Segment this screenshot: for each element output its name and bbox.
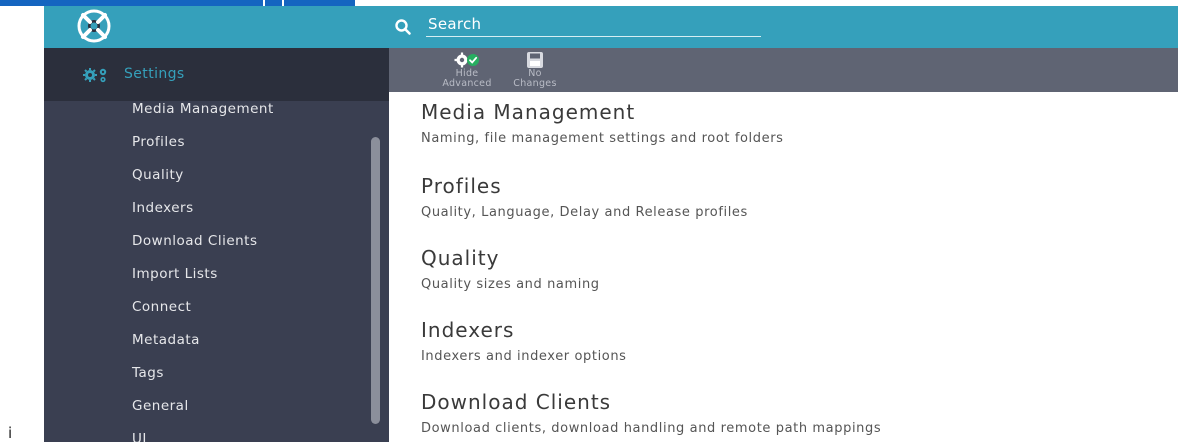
save-changes-button[interactable]: No Changes xyxy=(505,51,565,91)
page-toolbar: Hide Advanced No Changes xyxy=(389,48,1178,92)
sidebar-item-metadata[interactable]: Metadata xyxy=(132,332,200,358)
app-logo-icon[interactable] xyxy=(74,9,114,43)
sidebar-item-download-clients[interactable]: Download Clients xyxy=(132,233,258,259)
no-changes-label-line2: Changes xyxy=(513,78,557,89)
hide-advanced-button[interactable]: Hide Advanced xyxy=(437,51,497,91)
section-indexers[interactable]: Indexers Indexers and indexer options xyxy=(421,318,627,364)
section-profiles[interactable]: Profiles Quality, Language, Delay and Re… xyxy=(421,174,748,220)
section-title[interactable]: Download Clients xyxy=(421,390,881,414)
search-input[interactable]: Search xyxy=(428,15,481,33)
sidebar-scrollbar[interactable] xyxy=(371,137,380,424)
search-icon xyxy=(394,18,412,36)
sidebar-item-media-management[interactable]: Media Management xyxy=(132,101,274,127)
sidebar-item-general[interactable]: General xyxy=(132,398,189,424)
settings-overview: Media Management Naming, file management… xyxy=(389,92,1178,442)
section-title[interactable]: Media Management xyxy=(421,100,784,124)
section-description: Naming, file management settings and roo… xyxy=(421,131,784,146)
stray-text: i xyxy=(8,424,13,442)
section-description: Download clients, download handling and … xyxy=(421,421,882,436)
section-quality[interactable]: Quality Quality sizes and naming xyxy=(421,246,600,292)
sidebar-item-import-lists[interactable]: Import Lists xyxy=(132,266,218,292)
section-description: Quality, Language, Delay and Release pro… xyxy=(421,205,748,220)
gears-icon xyxy=(82,67,112,83)
section-description: Indexers and indexer options xyxy=(421,349,627,364)
hide-advanced-label-line2: Advanced xyxy=(442,78,492,89)
sidebar-item-quality[interactable]: Quality xyxy=(132,167,184,193)
search-underline xyxy=(426,36,761,37)
section-title[interactable]: Indexers xyxy=(421,318,627,342)
section-download-clients[interactable]: Download Clients Download clients, downl… xyxy=(421,390,881,436)
top-header: Search xyxy=(44,6,1178,48)
sidebar-item-connect[interactable]: Connect xyxy=(132,299,191,325)
sidebar-item-profiles[interactable]: Profiles xyxy=(132,134,185,160)
sidebar-settings-label: Settings xyxy=(124,66,185,82)
section-title[interactable]: Quality xyxy=(421,246,600,270)
sidebar-item-indexers[interactable]: Indexers xyxy=(132,200,194,226)
sidebar-item-tags[interactable]: Tags xyxy=(132,365,164,391)
search-bar[interactable]: Search xyxy=(394,14,814,40)
section-title[interactable]: Profiles xyxy=(421,174,748,198)
sidebar-settings-item[interactable]: Settings xyxy=(44,48,389,101)
app-window: Search Settings Media Management Profile… xyxy=(0,0,1182,442)
sidebar-item-ui[interactable]: UI xyxy=(132,431,147,442)
hide-advanced-icon xyxy=(454,52,479,68)
save-icon xyxy=(527,52,543,68)
section-media-management[interactable]: Media Management Naming, file management… xyxy=(421,100,784,146)
section-description: Quality sizes and naming xyxy=(421,277,600,292)
sidebar: Settings Media Management Profiles Quali… xyxy=(44,48,389,442)
